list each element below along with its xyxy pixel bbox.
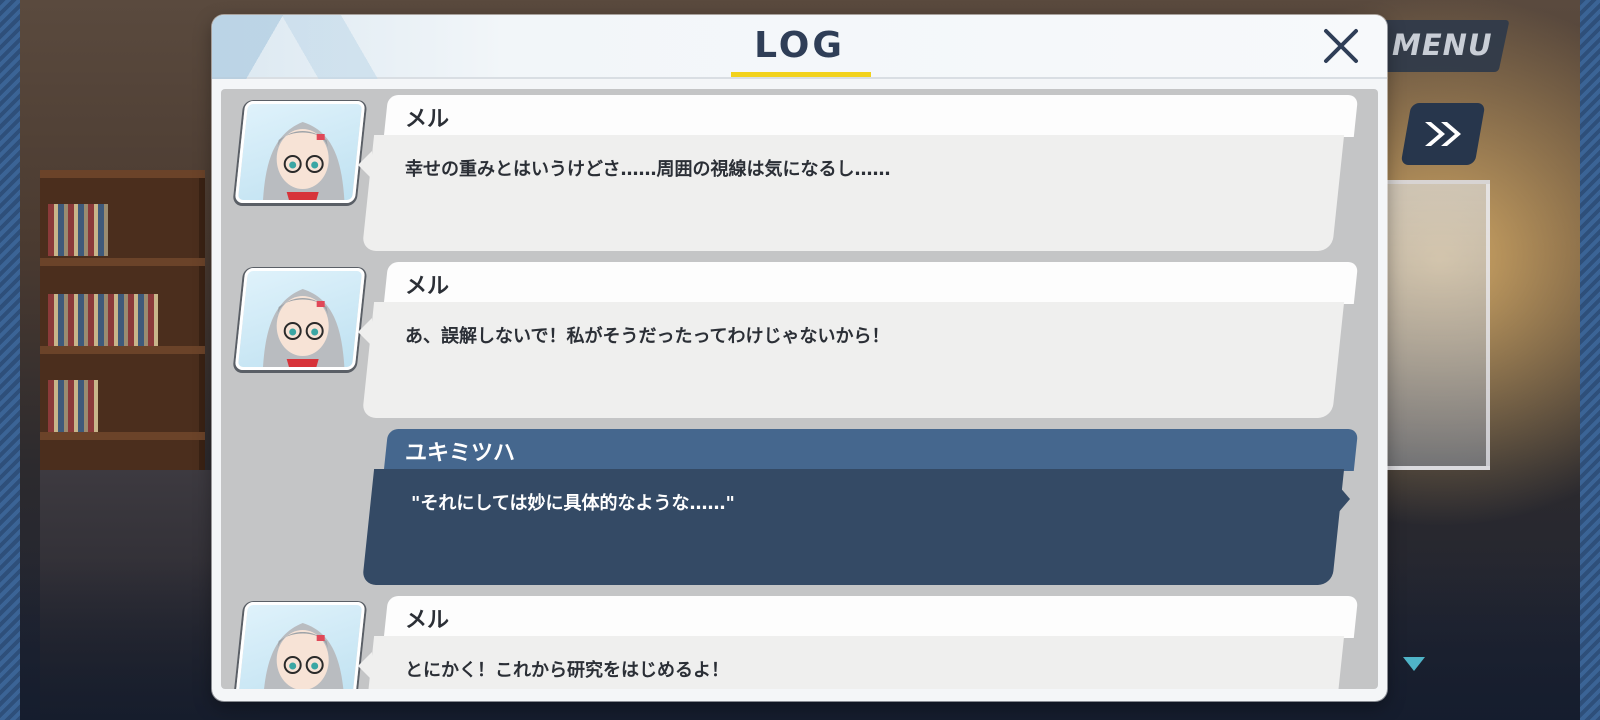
dialogue-notch — [358, 151, 372, 179]
speaker-name: メル — [405, 107, 450, 132]
double-chevron-right-icon — [1425, 122, 1461, 146]
triangle-down-icon — [1403, 657, 1425, 671]
dialogue-box — [361, 302, 1345, 418]
speaker-avatar — [234, 268, 366, 370]
dialogue-box — [361, 135, 1345, 251]
log-title: LOG — [754, 25, 845, 66]
left-border-stripe — [0, 0, 20, 720]
log-entry-player: ユキミツハ "それにしては妙に具体的なような……" — [221, 429, 1378, 589]
speaker-name: ユキミツハ — [405, 441, 516, 466]
display-shelf — [1370, 180, 1490, 470]
dialogue-notch — [1338, 485, 1350, 513]
dialogue-text: "それにしては妙に具体的なような……" — [411, 493, 735, 514]
dialogue-text: あ、誤解しないで！私がそうだったってわけじゃないから！ — [405, 326, 890, 347]
speaker-avatar — [234, 101, 366, 203]
speaker-name: メル — [405, 274, 450, 299]
dialogue-notch — [358, 318, 372, 346]
speaker-name-strip — [383, 95, 1359, 137]
speaker-avatar — [234, 602, 366, 689]
log-entry: メル 幸せの重みとはいうけどさ……周囲の視線は気になるし…… — [221, 95, 1378, 255]
log-entry: メル とにかく！これから研究をはじめるよ！ — [221, 596, 1378, 689]
speaker-name: メル — [405, 608, 450, 633]
dialogue-text: 幸せの重みとはいうけどさ……周囲の視線は気になるし…… — [405, 159, 891, 180]
dialogue-text: とにかく！これから研究をはじめるよ！ — [405, 660, 729, 681]
log-header: LOG — [212, 15, 1387, 79]
title-underline — [731, 72, 871, 77]
close-icon — [1324, 29, 1358, 63]
speaker-name-strip — [383, 596, 1359, 638]
log-panel: LOG メル 幸せの重みとはいうけどさ……周囲の視線は気になるし…… メル あ、… — [212, 15, 1387, 701]
close-button[interactable] — [1320, 25, 1362, 67]
speaker-name-strip — [383, 262, 1359, 304]
menu-button-label: MENU — [1392, 28, 1493, 62]
log-scroll-area[interactable]: メル 幸せの重みとはいうけどさ……周囲の視線は気になるし…… メル あ、誤解しな… — [221, 89, 1378, 689]
log-entry: メル あ、誤解しないで！私がそうだったってわけじゃないから！ — [221, 262, 1378, 422]
dialogue-box — [361, 469, 1345, 585]
fast-forward-button[interactable] — [1400, 103, 1486, 165]
right-border-stripe — [1580, 0, 1600, 720]
dialogue-notch — [358, 652, 372, 680]
bookshelf — [40, 170, 205, 480]
speaker-name-strip — [383, 429, 1359, 471]
